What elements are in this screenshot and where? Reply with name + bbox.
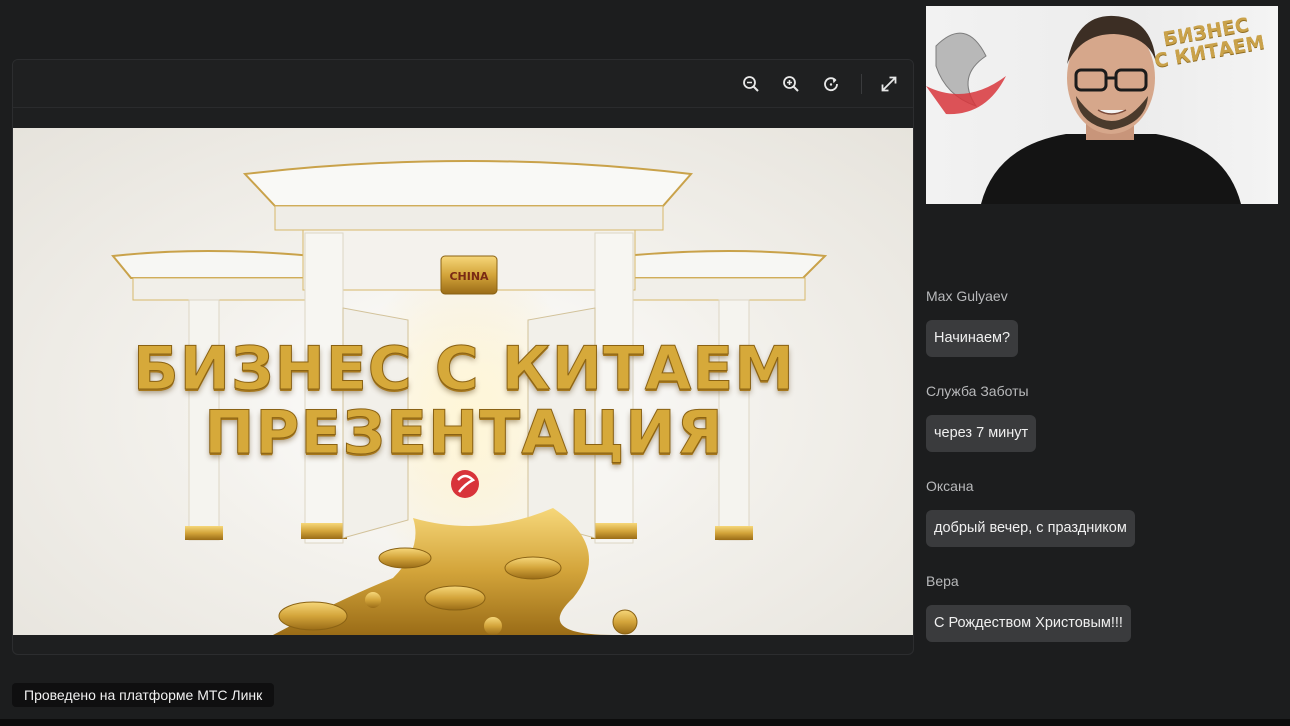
slide-title-line2: ПРЕЗЕНТАЦИЯ <box>204 398 724 469</box>
fullscreen-icon[interactable] <box>877 72 901 96</box>
message-author: Оксана <box>926 478 974 494</box>
message-author: Max Gulyaev <box>926 288 1008 304</box>
message-author: Вера <box>926 573 959 589</box>
chat-message: Вера С Рождеством Христовым!!! <box>926 573 1131 642</box>
chat-message: Max Gulyaev Начинаем? <box>926 288 1019 357</box>
gate-sign-text: CHINA <box>449 270 489 283</box>
presentation-viewer: CHINA БИЗНЕС С КИТАЕМ ПРЕЗЕНТАЦИЯ <box>12 59 914 655</box>
message-bubble: добрый вечер, с праздником <box>926 510 1135 547</box>
bottom-strip <box>0 719 1290 726</box>
chat-message: Служба Заботы через 7 минут <box>926 383 1037 452</box>
zoom-out-icon[interactable] <box>739 72 763 96</box>
zoom-in-icon[interactable] <box>779 72 803 96</box>
viewer-toolbar <box>13 60 913 108</box>
toolbar-divider <box>861 74 862 94</box>
presentation-slide: CHINA БИЗНЕС С КИТАЕМ ПРЕЗЕНТАЦИЯ <box>13 128 913 635</box>
rotate-icon[interactable] <box>819 72 843 96</box>
slide-title-line1: БИЗНЕС С КИТАЕМ <box>133 334 795 405</box>
message-bubble: С Рождеством Христовым!!! <box>926 605 1131 642</box>
platform-badge[interactable]: Проведено на платформе МТС Линк <box>12 683 275 707</box>
message-bubble: через 7 минут <box>926 415 1037 452</box>
speaker-video[interactable]: БИЗНЕС С КИТАЕМ <box>926 6 1278 204</box>
chat-message: Оксана добрый вечер, с праздником <box>926 478 1135 547</box>
message-author: Служба Заботы <box>926 383 1029 399</box>
message-bubble: Начинаем? <box>926 320 1019 357</box>
